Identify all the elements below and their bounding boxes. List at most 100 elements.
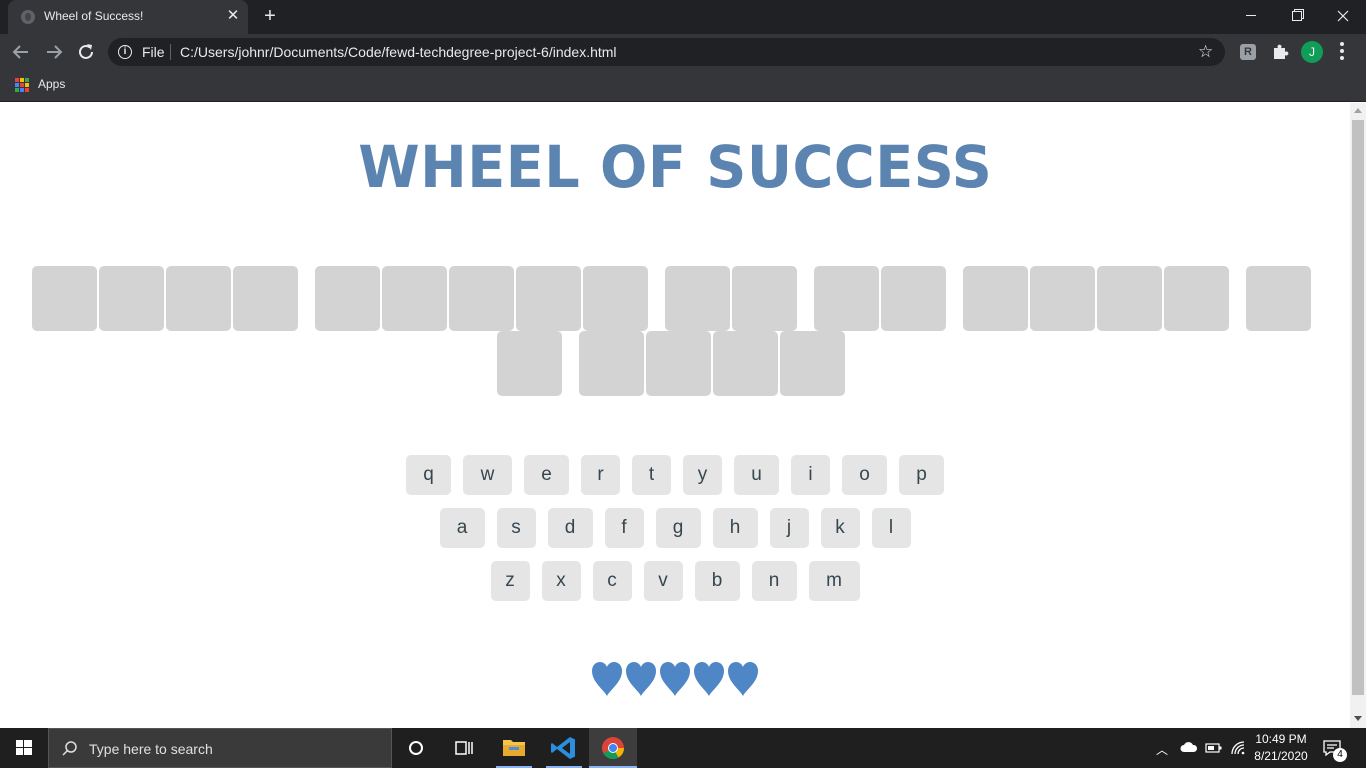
hidden-letter-box [713,331,778,396]
scroll-thumb[interactable] [1352,120,1364,695]
key-e[interactable]: e [524,455,569,495]
key-i[interactable]: i [791,455,830,495]
key-o[interactable]: o [842,455,887,495]
keyboard-row: zxcvbnm [0,561,1350,601]
hidden-letter-box [780,331,845,396]
cortana-circle-icon [409,741,423,755]
hidden-letter-box [497,331,562,396]
chrome-taskbar-button[interactable] [589,728,637,768]
key-d[interactable]: d [547,508,593,548]
key-z[interactable]: z [490,561,530,601]
system-clock[interactable]: 10:49 PM 8/21/2020 [1252,731,1310,765]
reload-button[interactable] [74,40,98,64]
divider [170,44,171,60]
vertical-scrollbar[interactable] [1350,103,1366,728]
browser-tab[interactable]: Wheel of Success! ✕ [8,0,248,34]
key-a[interactable]: a [439,508,485,548]
reload-icon [79,44,93,59]
close-window-button[interactable] [1320,0,1366,32]
key-k[interactable]: k [820,508,860,548]
clock-time: 10:49 PM [1255,732,1307,746]
hidden-letter-box [233,266,298,331]
extensions-puzzle-icon[interactable] [1271,43,1289,61]
cortana-button[interactable] [392,728,440,768]
chevron-up-icon[interactable]: ︿ [1156,741,1168,781]
close-icon [1337,10,1349,22]
profile-avatar[interactable]: J [1301,41,1323,63]
task-view-icon [455,741,473,755]
folder-icon [503,740,525,756]
extension-icon[interactable]: R [1240,44,1256,60]
phrase-row [0,266,1350,331]
hidden-letter-box [315,266,380,331]
key-v[interactable]: v [643,561,683,601]
vscode-icon [551,737,575,759]
heart-icon [660,662,690,696]
key-r[interactable]: r [581,455,620,495]
heart-icon [626,662,656,696]
banner: WHEEL OF SUCCESS [0,133,1350,201]
hidden-letter-box [732,266,797,331]
key-p[interactable]: p [899,455,944,495]
clock-date: 8/21/2020 [1254,749,1308,763]
puzzle-icon [1274,44,1289,59]
keyboard-row: asdfghjkl [0,508,1350,548]
globe-icon [21,10,35,24]
key-g[interactable]: g [655,508,701,548]
start-button[interactable] [0,728,48,768]
url-scheme: File [142,44,165,60]
bookmarks-bar: Apps [0,70,1366,102]
key-q[interactable]: q [406,455,451,495]
info-icon[interactable]: i [118,45,132,59]
hidden-letter-box [99,266,164,331]
hidden-letter-box [1246,266,1311,331]
key-m[interactable]: m [808,561,860,601]
url-text[interactable]: C:/Users/johnr/Documents/Code/fewd-techd… [180,44,617,60]
search-placeholder: Type here to search [89,741,213,757]
wifi-icon[interactable] [1230,740,1246,756]
task-view-button[interactable] [440,728,488,768]
keyboard-row: qwertyuiop [0,455,1350,495]
new-tab-button[interactable]: + [258,4,282,28]
key-w[interactable]: w [463,455,512,495]
key-l[interactable]: l [871,508,911,548]
hidden-letter-box [646,331,711,396]
key-j[interactable]: j [769,508,809,548]
scroll-up-arrow-icon[interactable] [1354,108,1362,113]
lives-scoreboard [0,660,1350,698]
tab-title: Wheel of Success! [44,9,144,23]
apps-grid-icon[interactable] [15,78,29,92]
bookmark-star-icon[interactable]: ☆ [1198,42,1213,62]
restore-button[interactable] [1274,0,1320,32]
hidden-letter-box [1030,266,1095,331]
phrase-row [0,331,1350,396]
key-h[interactable]: h [712,508,758,548]
apps-bookmark[interactable]: Apps [38,77,65,91]
key-u[interactable]: u [734,455,779,495]
scroll-down-arrow-icon[interactable] [1354,716,1362,721]
key-x[interactable]: x [541,561,581,601]
vscode-button[interactable] [540,728,588,768]
key-f[interactable]: f [604,508,644,548]
key-b[interactable]: b [694,561,740,601]
menu-kebab-icon[interactable] [1340,42,1344,62]
minimize-button[interactable] [1228,0,1274,32]
key-t[interactable]: t [632,455,671,495]
taskbar-search[interactable]: Type here to search [48,728,392,768]
hidden-letter-box [1164,266,1229,331]
arrow-left-icon [12,45,28,59]
back-button[interactable] [9,40,33,64]
tab-close-icon[interactable]: ✕ [223,6,243,26]
onedrive-cloud-icon[interactable] [1180,741,1198,753]
key-s[interactable]: s [496,508,536,548]
arrow-right-icon [47,45,63,59]
key-y[interactable]: y [683,455,722,495]
battery-icon[interactable] [1205,742,1223,754]
address-bar[interactable]: i File C:/Users/johnr/Documents/Code/few… [108,38,1225,66]
key-c[interactable]: c [592,561,632,601]
taskbar: Type here to search ︿ 10:49 PM 8/21/2020… [0,728,1366,768]
hidden-letter-box [32,266,97,331]
key-n[interactable]: n [751,561,797,601]
forward-button[interactable] [42,40,66,64]
file-explorer-button[interactable] [490,728,538,768]
